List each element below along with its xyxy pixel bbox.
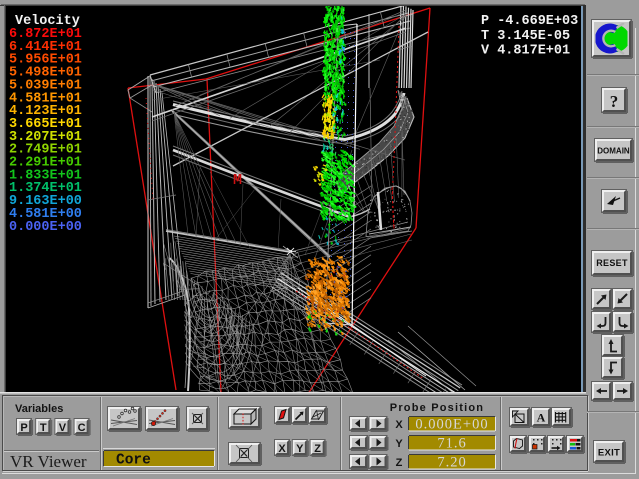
svg-text:71.6: 71.6	[437, 436, 466, 452]
svg-text:Z: Z	[314, 443, 321, 455]
svg-text:Z: Z	[396, 457, 403, 469]
svg-text:P: P	[20, 422, 27, 434]
svg-text:Variables: Variables	[15, 403, 63, 415]
svg-text:Core: Core	[116, 453, 151, 469]
svg-text:X: X	[278, 443, 286, 455]
svg-text:Probe Position: Probe Position	[390, 402, 484, 414]
svg-text:7.20: 7.20	[437, 455, 466, 471]
svg-text:?: ?	[610, 92, 619, 111]
svg-text:T 3.145E-05: T 3.145E-05	[481, 29, 570, 44]
svg-text:P -4.669E+03: P -4.669E+03	[481, 14, 578, 29]
svg-text:C: C	[78, 422, 86, 434]
svg-text:T: T	[40, 422, 47, 434]
svg-text:Y: Y	[296, 443, 304, 455]
svg-text:RESET: RESET	[596, 258, 628, 268]
svg-text:A: A	[537, 411, 546, 425]
svg-text:V: V	[59, 422, 67, 434]
svg-text:0.000E+00: 0.000E+00	[415, 417, 488, 433]
svg-text:V 4.817E+01: V 4.817E+01	[481, 44, 570, 59]
svg-text:Y: Y	[395, 438, 403, 450]
svg-text:VR Viewer: VR Viewer	[10, 452, 87, 471]
svg-text:M: M	[233, 172, 242, 189]
svg-text:EXIT: EXIT	[598, 448, 620, 459]
svg-text:X: X	[395, 419, 403, 431]
svg-text:0.000E+00: 0.000E+00	[9, 220, 82, 235]
svg-text:DOMAIN: DOMAIN	[597, 147, 630, 156]
